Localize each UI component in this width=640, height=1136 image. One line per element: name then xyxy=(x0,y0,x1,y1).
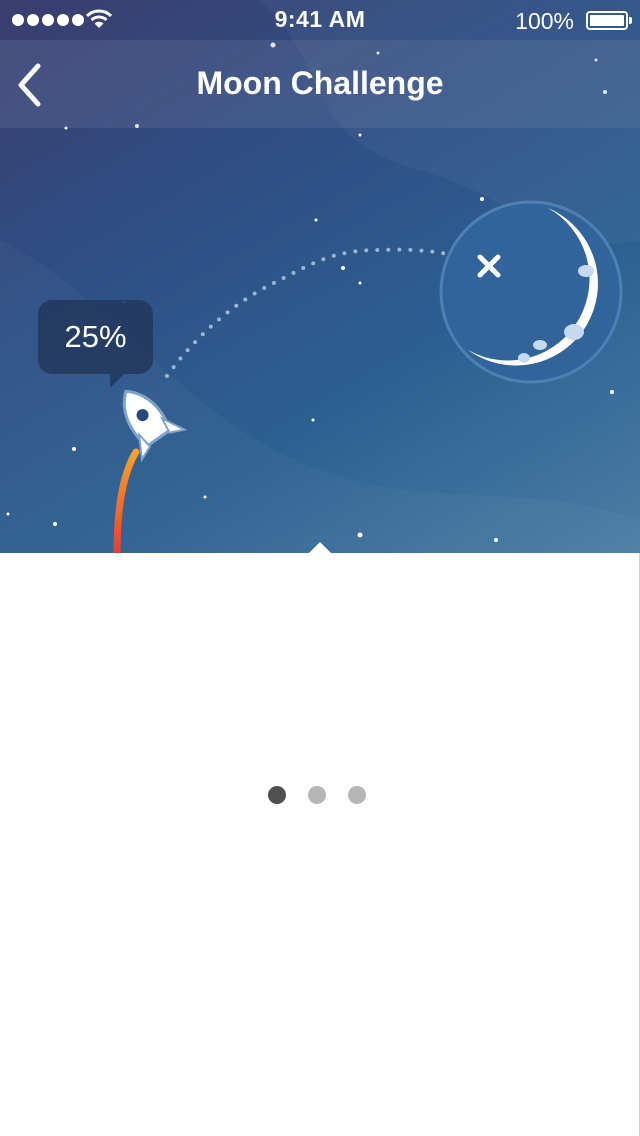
status-bar: 9:41 AM 100% xyxy=(0,0,640,40)
content-pointer xyxy=(308,542,332,554)
page-indicator[interactable] xyxy=(268,786,366,804)
page-title: Moon Challenge xyxy=(196,65,444,101)
page-dot-active[interactable] xyxy=(268,786,286,804)
page-dot[interactable] xyxy=(348,786,366,804)
challenge-hero: 9:41 AM 100% Moon Challenge 25% xyxy=(0,0,640,553)
navigation-bar: Moon Challenge xyxy=(0,40,640,128)
crescent-moon-icon xyxy=(439,200,623,384)
progress-bubble: 25% xyxy=(38,300,153,388)
progress-label: 25% xyxy=(64,319,127,354)
battery-icon xyxy=(586,11,632,30)
trajectory-path xyxy=(165,247,492,378)
battery-percentage: 100% xyxy=(515,8,574,34)
page-dot[interactable] xyxy=(308,786,326,804)
